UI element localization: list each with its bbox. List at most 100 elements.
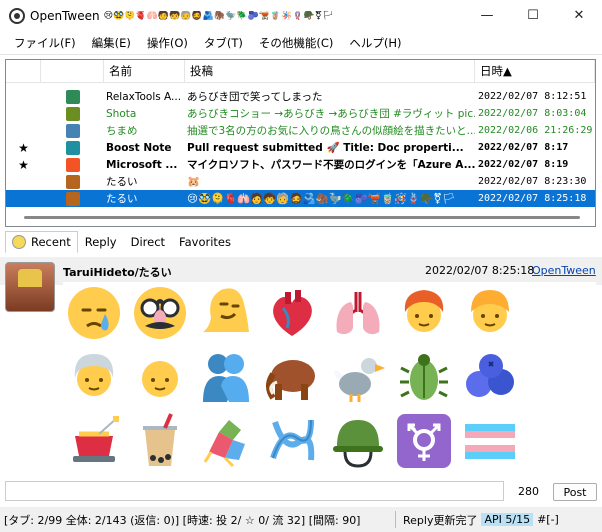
person-curly-hair-icon <box>459 282 521 344</box>
avatar[interactable] <box>5 262 55 312</box>
bubble-tea-icon <box>129 410 191 472</box>
transgender-flag-icon <box>459 410 521 472</box>
close-button[interactable]: ✕ <box>556 0 602 31</box>
bald-person-icon <box>129 346 191 408</box>
detail-user-name[interactable]: TaruiHideto/たるい <box>63 264 172 280</box>
tab-direct[interactable]: Direct <box>124 231 172 253</box>
tab-strip: Recent Reply Direct Favorites <box>5 229 238 253</box>
menu-operation[interactable]: 操作(O) <box>139 35 196 51</box>
row-date: 2022/02/07 8:17 <box>478 142 569 153</box>
knot-icon <box>261 410 323 472</box>
minimize-button[interactable]: — <box>464 0 510 31</box>
header-post[interactable]: 投稿 <box>185 60 475 83</box>
row-date: 2022/02/07 8:19 <box>478 159 569 170</box>
header-icon[interactable] <box>41 60 104 83</box>
table-row[interactable]: ちまめ 抽選で3名の方のお気に入りの鳥さんの似顔絵を描きたいと... 2022/02… <box>6 122 595 139</box>
row-text: 🐹 <box>187 176 201 188</box>
disguised-face-icon <box>129 282 191 344</box>
row-name: たるい <box>106 176 138 188</box>
menu-file[interactable]: ファイル(F) <box>6 35 84 51</box>
status-bar: [タブ: 2/99 全体: 2/143 (返信: 0)] [時速: 投 2/ ☆… <box>0 507 602 532</box>
table-row[interactable]: Shota あらびきコショー →あらびき →あらびき団 #ラヴィット pic.tw… <box>6 105 595 122</box>
menu-bar: ファイル(F) 編集(E) 操作(O) タブ(T) その他機能(C) ヘルプ(H… <box>0 31 602 55</box>
user-icon[interactable] <box>65 140 80 155</box>
pinata-icon <box>195 410 257 472</box>
lungs-icon <box>327 282 389 344</box>
military-helmet-icon <box>327 410 389 472</box>
header-name[interactable]: 名前 <box>104 60 185 83</box>
row-text: Pull request submitted 🚀 Title: Doc prop… <box>187 142 464 154</box>
char-count: 280 <box>518 485 539 498</box>
header-star[interactable] <box>6 60 41 83</box>
table-row[interactable]: たるい 😢🥸🫠🫀🫁🧑🧒🧓🧔🫂🦣🦤🪲🫐🫕🧋🪅🪢🪖⚧🏳 2022/02/07 8:25:… <box>6 190 595 207</box>
blueberries-icon <box>459 346 521 408</box>
row-name: RelaxTools A... <box>106 90 182 103</box>
window-title-emoji: 😢🥸🫠🫀🫁🧑🧒🧓🧔🫂🦣🦤🪲🫐🫕🧋🪅🪢🪖⚧🏳 <box>103 10 334 21</box>
post-button[interactable]: Post <box>553 483 597 501</box>
row-date: 2022/02/07 8:25:18 <box>478 193 587 204</box>
favorite-star[interactable]: ★ <box>6 158 41 172</box>
menu-edit[interactable]: 編集(E) <box>84 35 139 51</box>
row-date: 2022/02/06 21:26:29 <box>478 125 593 136</box>
menu-help[interactable]: ヘルプ(H) <box>341 35 409 51</box>
user-icon[interactable] <box>65 157 80 172</box>
row-text: あらびき団で笑ってしまった <box>187 91 323 103</box>
header-date[interactable]: 日時▲ <box>475 60 595 83</box>
table-row[interactable]: たるい 🐹 2022/02/07 8:23:30 <box>6 173 595 190</box>
row-text: 抽選で3名の方のお気に入りの鳥さんの似顔絵を描きたいと... <box>187 125 475 137</box>
row-date: 2022/02/07 8:12:51 <box>478 91 587 102</box>
row-date: 2022/02/07 8:03:04 <box>478 108 587 119</box>
row-text: あらびきコショー →あらびき →あらびき団 #ラヴィット pic.twi... <box>187 108 475 120</box>
status-separator <box>395 511 396 528</box>
people-hugging-icon <box>195 346 257 408</box>
menu-other[interactable]: その他機能(C) <box>251 35 342 51</box>
status-api[interactable]: API 5/15 <box>481 513 534 526</box>
timeline-list[interactable]: 名前 投稿 日時▲ RelaxTools A... あらびき団で笑ってしまった 20… <box>5 59 596 227</box>
menu-tab[interactable]: タブ(T) <box>196 35 251 51</box>
detail-body <box>63 282 596 474</box>
table-row[interactable]: RelaxTools A... あらびき団で笑ってしまった 2022/02/07 8… <box>6 88 595 105</box>
row-text: マイクロソフト、パスワード不要のログインを「Azure A... <box>187 159 475 171</box>
row-name: Shota <box>106 107 137 120</box>
user-icon[interactable] <box>65 174 80 189</box>
user-icon[interactable] <box>65 106 80 121</box>
beetle-icon <box>393 346 455 408</box>
melting-face-icon <box>195 282 257 344</box>
tab-label: Recent <box>31 235 71 249</box>
user-icon[interactable] <box>65 123 80 138</box>
fondue-icon <box>63 410 125 472</box>
person-red-hair-icon <box>393 282 455 344</box>
detail-date: 2022/02/07 8:25:18 <box>425 264 535 277</box>
user-icon[interactable] <box>65 191 80 206</box>
row-text: 😢🥸🫠🫀🫁🧑🧒🧓🧔🫂🦣🦤🪲🫐🫕🧋🪅🪢🪖⚧🏳 <box>187 193 456 205</box>
face-holding-back-tears-icon <box>63 282 125 344</box>
mammoth-icon <box>261 346 323 408</box>
tab-recent[interactable]: Recent <box>5 231 78 253</box>
row-name: ちまめ <box>106 125 138 137</box>
maximize-button[interactable]: ☐ <box>510 0 556 31</box>
window-title: OpenTween <box>30 8 100 23</box>
table-row[interactable]: ★ Microsoft ... マイクロソフト、パスワード不要のログインを「Azur… <box>6 156 595 173</box>
recent-tab-icon <box>12 235 26 249</box>
status-text: [タブ: 2/99 全体: 2/143 (返信: 0)] [時速: 投 2/ ☆… <box>4 513 361 527</box>
row-date: 2022/02/07 8:23:30 <box>478 176 587 187</box>
user-icon[interactable] <box>65 89 80 104</box>
detail-via-link[interactable]: OpenTween <box>532 264 596 277</box>
row-name: Microsoft ... <box>106 158 178 171</box>
timeline-header: 名前 投稿 日時▲ <box>6 60 595 83</box>
horizontal-scrollbar[interactable] <box>24 216 580 219</box>
favorite-star[interactable]: ★ <box>6 141 41 155</box>
dodo-icon <box>327 346 389 408</box>
app-icon <box>9 7 25 24</box>
row-name: Boost Note <box>106 141 172 154</box>
status-rate[interactable]: #[-] <box>533 513 563 526</box>
older-person-icon <box>63 346 125 408</box>
tab-favorites[interactable]: Favorites <box>172 231 238 253</box>
anatomical-heart-icon <box>261 282 323 344</box>
title-bar: OpenTween 😢🥸🫠🫀🫁🧑🧒🧓🧔🫂🦣🦤🪲🫐🫕🧋🪅🪢🪖⚧🏳 — ☐ ✕ <box>0 0 602 31</box>
post-input[interactable] <box>5 481 504 501</box>
tab-reply[interactable]: Reply <box>78 231 124 253</box>
status-reply: Reply更新完了 <box>403 513 478 527</box>
table-row[interactable]: ★ Boost Note Pull request submitted 🚀 Titl… <box>6 139 595 156</box>
transgender-symbol-icon <box>393 410 455 472</box>
